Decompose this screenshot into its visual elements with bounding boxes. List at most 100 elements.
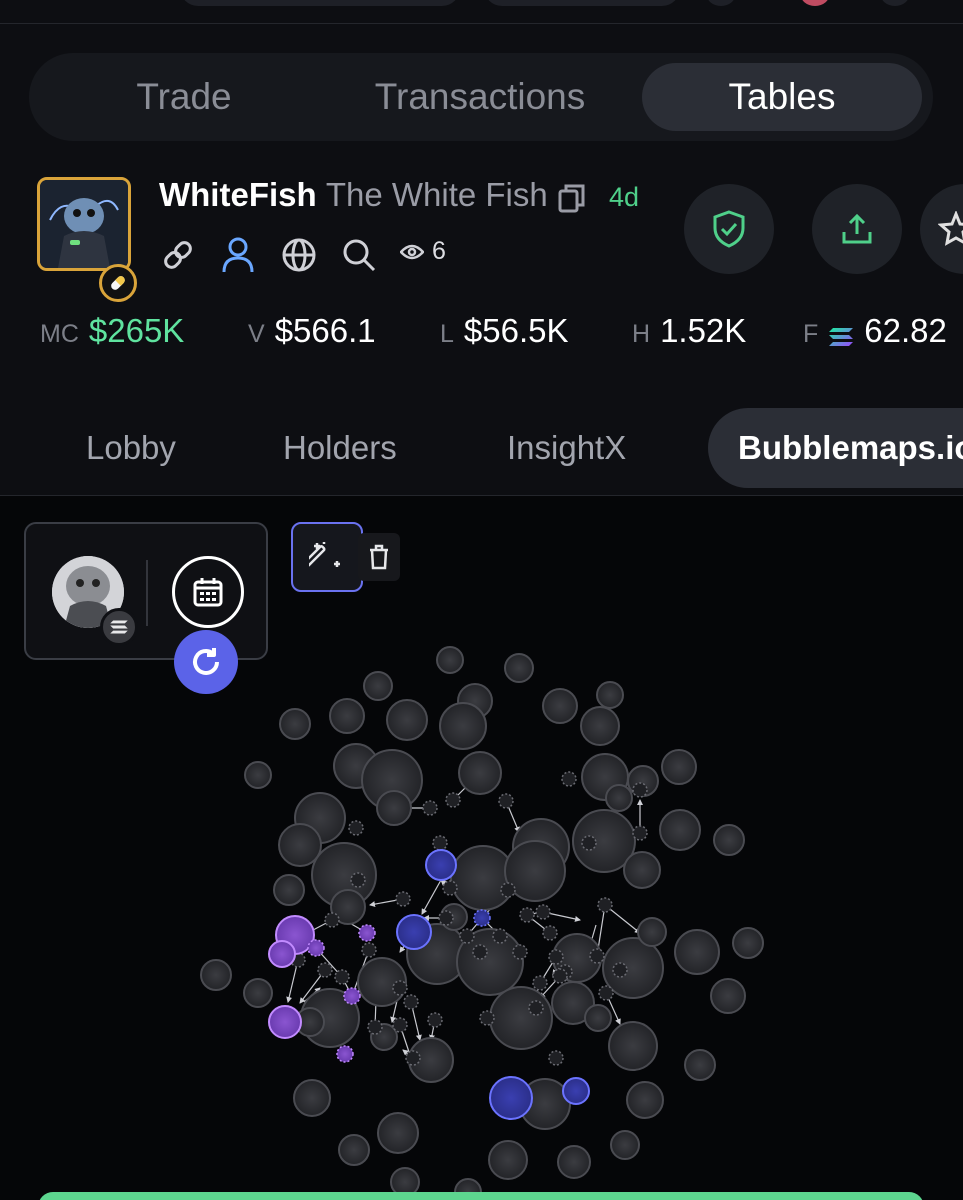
holder-bubble-blue[interactable] — [425, 849, 457, 881]
holder-bubble[interactable] — [584, 1004, 612, 1032]
holder-bubble-blue[interactable] — [562, 1077, 590, 1105]
holder-bubble[interactable] — [602, 937, 664, 999]
holder-bubble-small[interactable] — [479, 1010, 495, 1026]
holder-bubble[interactable] — [684, 1049, 716, 1081]
tab-tables[interactable]: Tables — [642, 63, 922, 131]
holder-bubble[interactable] — [329, 698, 365, 734]
holder-bubble-purple[interactable] — [358, 924, 376, 942]
holder-bubble[interactable] — [580, 706, 620, 746]
share-button[interactable] — [812, 184, 902, 274]
holder-bubble[interactable] — [244, 761, 272, 789]
holder-bubble-small[interactable] — [438, 910, 454, 926]
holder-bubble-small[interactable] — [472, 944, 488, 960]
holder-bubble[interactable] — [293, 1079, 331, 1117]
holder-bubble-small[interactable] — [598, 985, 614, 1001]
holder-bubble[interactable] — [279, 708, 311, 740]
tab-holders[interactable]: Holders — [283, 408, 397, 488]
holder-bubble[interactable] — [436, 646, 464, 674]
holder-bubble-small[interactable] — [519, 907, 535, 923]
holder-bubble-small[interactable] — [350, 872, 366, 888]
bubble-map[interactable] — [0, 498, 963, 1200]
holder-bubble[interactable] — [605, 784, 633, 812]
holder-bubble-small[interactable] — [324, 912, 340, 928]
holder-bubble-small[interactable] — [348, 820, 364, 836]
holder-bubble-blue[interactable] — [489, 1076, 533, 1120]
top-icon[interactable] — [706, 0, 736, 6]
top-icon[interactable] — [880, 0, 910, 6]
holder-bubble-small[interactable] — [532, 975, 548, 991]
holder-bubble-small[interactable] — [548, 949, 564, 965]
holder-bubble-small[interactable] — [500, 882, 516, 898]
globe-icon[interactable] — [281, 235, 317, 275]
holder-bubble-small[interactable] — [405, 1050, 421, 1066]
holder-bubble-small[interactable] — [612, 962, 628, 978]
favorite-button[interactable] — [920, 184, 963, 274]
holder-bubble-small[interactable] — [392, 1017, 408, 1033]
holder-bubble-small[interactable] — [395, 891, 411, 907]
holder-bubble[interactable] — [557, 1145, 591, 1179]
holder-bubble-small[interactable] — [632, 782, 648, 798]
holder-bubble[interactable] — [732, 927, 764, 959]
holder-bubble[interactable] — [200, 959, 232, 991]
holder-bubble[interactable] — [363, 671, 393, 701]
holder-bubble[interactable] — [713, 824, 745, 856]
holder-bubble-purple[interactable] — [268, 1005, 302, 1039]
holder-bubble-purple[interactable] — [307, 939, 325, 957]
holder-bubble-small[interactable] — [361, 942, 377, 958]
tab-bubblemaps[interactable]: Bubblemaps.io — [708, 408, 963, 488]
holder-bubble-purple[interactable] — [336, 1045, 354, 1063]
holder-bubble[interactable] — [637, 917, 667, 947]
holder-bubble[interactable] — [386, 699, 428, 741]
holder-bubble-small[interactable] — [632, 825, 648, 841]
holder-bubble-small[interactable] — [403, 994, 419, 1010]
holder-bubble-small[interactable] — [552, 968, 568, 984]
holder-bubble-small[interactable] — [492, 928, 508, 944]
holder-bubble[interactable] — [377, 1112, 419, 1154]
holder-bubble-small[interactable] — [392, 980, 408, 996]
holder-bubble-small[interactable] — [427, 1012, 443, 1028]
tab-trade[interactable]: Trade — [89, 63, 279, 131]
holder-bubble-small[interactable] — [535, 904, 551, 920]
holder-bubble-small[interactable] — [512, 944, 528, 960]
holder-bubble[interactable] — [458, 751, 502, 795]
token-avatar[interactable] — [37, 177, 131, 271]
holder-bubble[interactable] — [659, 809, 701, 851]
holder-bubble[interactable] — [710, 978, 746, 1014]
holder-bubble[interactable] — [489, 986, 553, 1050]
holder-bubble[interactable] — [376, 790, 412, 826]
holder-bubble-small[interactable] — [334, 969, 350, 985]
holder-bubble-small[interactable] — [432, 835, 448, 851]
security-button[interactable] — [684, 184, 774, 274]
holder-bubble[interactable] — [610, 1130, 640, 1160]
holder-bubble[interactable] — [504, 653, 534, 683]
tab-lobby[interactable]: Lobby — [86, 408, 176, 488]
holder-bubble[interactable] — [608, 1021, 658, 1071]
holder-bubble-small[interactable] — [597, 897, 613, 913]
holder-bubble[interactable] — [488, 1140, 528, 1180]
holder-bubble-small[interactable] — [498, 793, 514, 809]
top-pill[interactable] — [180, 0, 460, 6]
top-pill[interactable] — [484, 0, 680, 6]
holder-bubble-small[interactable] — [542, 925, 558, 941]
holder-bubble[interactable] — [626, 1081, 664, 1119]
holder-bubble-small[interactable] — [367, 1019, 383, 1035]
holder-bubble-small[interactable] — [581, 835, 597, 851]
holder-bubble-blue[interactable] — [396, 914, 432, 950]
holder-bubble-purple[interactable] — [268, 940, 296, 968]
holder-bubble-blue[interactable] — [473, 909, 491, 927]
holder-bubble[interactable] — [661, 749, 697, 785]
holder-bubble-purple[interactable] — [343, 987, 361, 1005]
holder-bubble-small[interactable] — [442, 880, 458, 896]
holder-bubble-small[interactable] — [317, 962, 333, 978]
holder-bubble-small[interactable] — [589, 948, 605, 964]
holder-bubble[interactable] — [273, 874, 305, 906]
holder-bubble[interactable] — [439, 702, 487, 750]
holder-bubble-small[interactable] — [548, 1050, 564, 1066]
holder-bubble[interactable] — [623, 851, 661, 889]
holder-bubble[interactable] — [243, 978, 273, 1008]
holder-bubble-small[interactable] — [422, 800, 438, 816]
holder-bubble-small[interactable] — [459, 928, 475, 944]
buy-button[interactable] — [38, 1192, 924, 1200]
user-icon[interactable] — [221, 235, 255, 275]
tab-transactions[interactable]: Transactions — [347, 63, 613, 131]
